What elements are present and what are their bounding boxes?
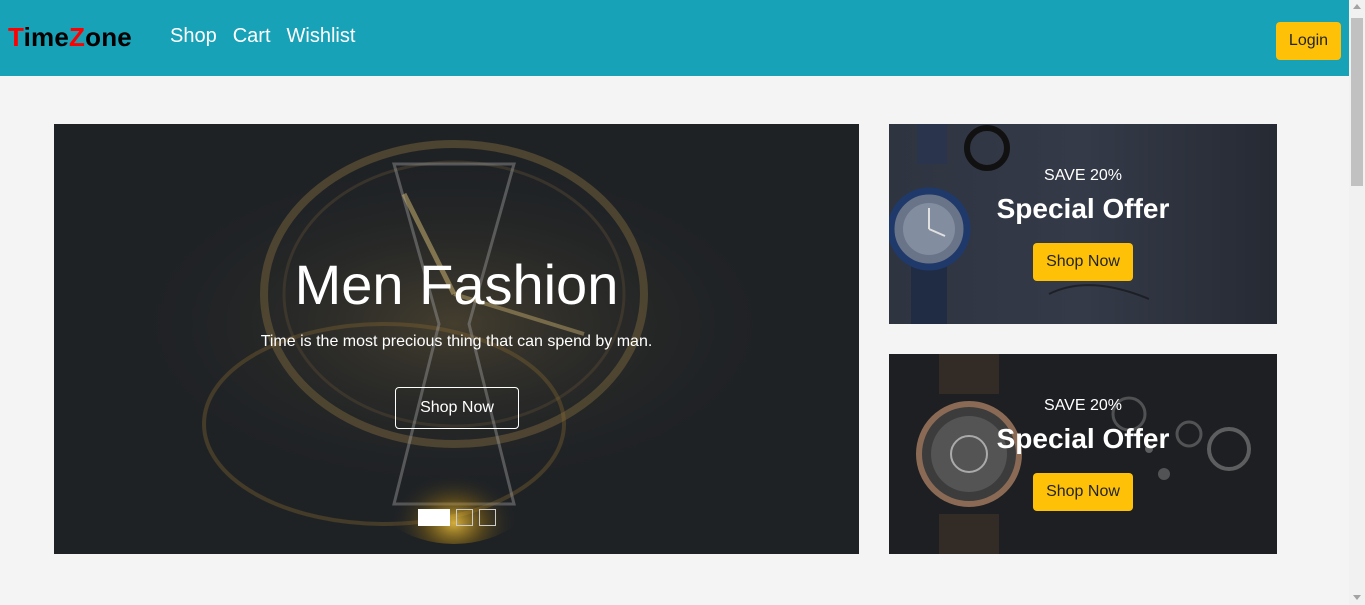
brand-text-ime: ime [23,22,70,52]
brand-text-one: one [85,22,132,52]
brand-letter-z: Z [69,22,86,52]
scroll-down-arrow-icon[interactable] [1353,595,1361,600]
nav-link-shop[interactable]: Shop [170,25,217,48]
offer-card-2: SAVE 20% Special Offer Shop Now [889,354,1277,554]
scrollbar-thumb[interactable] [1351,18,1363,186]
nav-link-cart[interactable]: Cart [233,25,271,48]
hero-title: Men Fashion [294,253,619,316]
top-navbar: TimeZone Shop Cart Wishlist Login [0,0,1349,76]
login-button[interactable]: Login [1276,22,1341,60]
hero-subtitle: Time is the most precious thing that can… [260,333,653,350]
carousel-indicators [418,509,496,526]
hero-carousel: Men Fashion Time is the most precious th… [54,124,859,554]
offer-2-title: Special Offer [996,423,1170,454]
brand-logo[interactable]: TimeZone [8,22,132,53]
offer-1-shop-now-button[interactable]: Shop Now [1033,243,1133,281]
brand-letter-t: T [8,22,24,52]
hero-shop-now-button[interactable]: Shop Now [395,387,519,429]
carousel-indicator-3[interactable] [479,509,496,526]
carousel-indicator-2[interactable] [456,509,473,526]
offer-2-shop-now-button[interactable]: Shop Now [1033,473,1133,511]
carousel-indicator-1[interactable] [418,509,450,526]
offer-1-save-label: SAVE 20% [1044,167,1122,184]
offer-card-1: SAVE 20% Special Offer Shop Now [889,124,1277,324]
nav-links: Shop Cart Wishlist [170,25,355,48]
offer-2-save-label: SAVE 20% [1044,397,1122,414]
scroll-up-arrow-icon[interactable] [1353,4,1361,9]
offer-1-title: Special Offer [996,193,1170,224]
nav-link-wishlist[interactable]: Wishlist [287,25,356,48]
